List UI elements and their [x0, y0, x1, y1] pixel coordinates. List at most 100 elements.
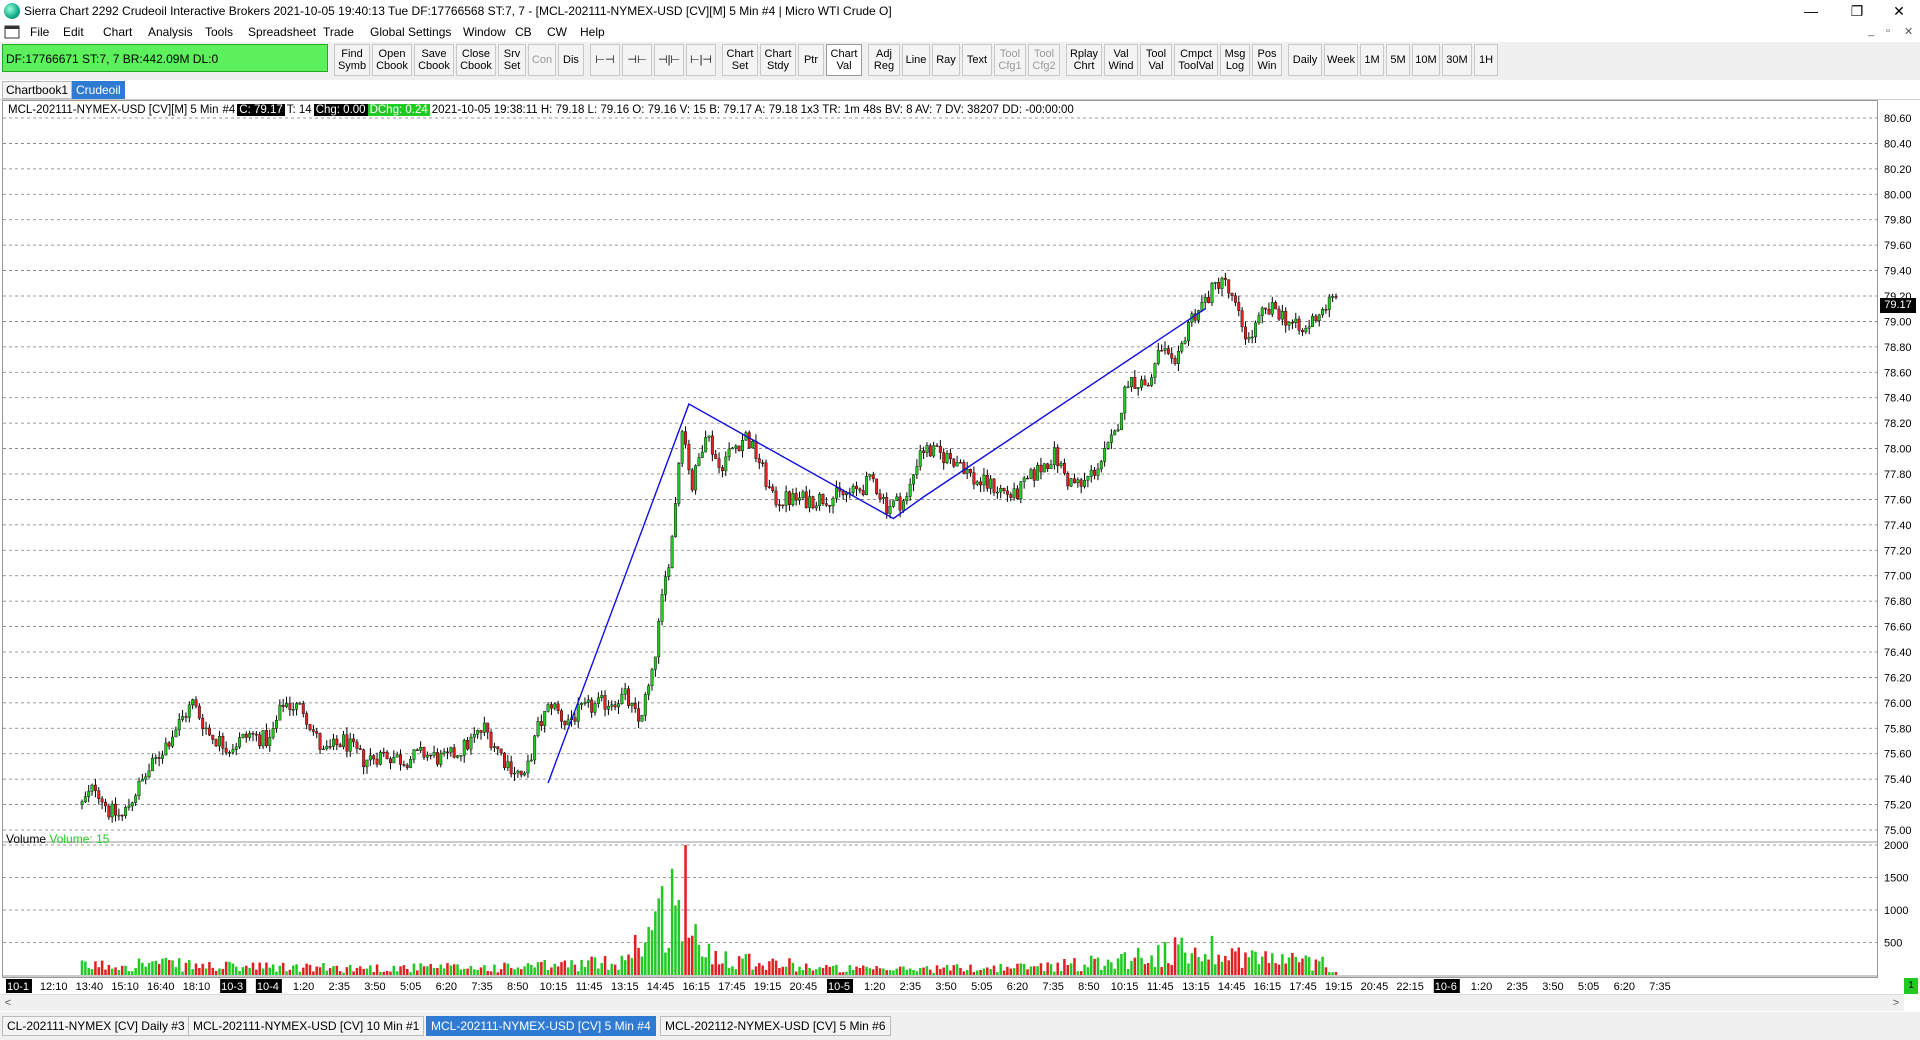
- time-tick-label: 16:15: [1254, 981, 1282, 993]
- toolbar-tool-10-button[interactable]: ⊢|⊣: [686, 44, 716, 76]
- chart-window-icon[interactable]: [4, 25, 20, 39]
- mdi-minimize-button[interactable]: _: [1868, 25, 1874, 37]
- toolbar-val-wind-button[interactable]: Val Wind: [1104, 44, 1138, 76]
- toolbar-srv-set-button[interactable]: Srv Set: [498, 44, 526, 76]
- volume-value: Volume: 15: [49, 832, 110, 846]
- minimize-button[interactable]: —: [1788, 0, 1834, 22]
- toolbar-tool-9-button[interactable]: ⊣|⊢: [654, 44, 684, 76]
- toolbar-ray-button[interactable]: Ray: [932, 44, 960, 76]
- date-marker-bg: [220, 979, 247, 993]
- scroll-left-icon[interactable]: <: [0, 995, 16, 1011]
- menu-tools[interactable]: Tools: [205, 25, 233, 39]
- price-tick-label: 76.80: [1884, 596, 1912, 608]
- volume-tick-label: 500: [1884, 938, 1902, 950]
- menu-cw[interactable]: CW: [547, 25, 567, 39]
- toolbar-tool-cfg1-button[interactable]: Tool Cfg1: [994, 44, 1026, 76]
- menu-window[interactable]: Window: [463, 25, 506, 39]
- toolbar-daily-button[interactable]: Daily: [1288, 44, 1322, 76]
- time-tick-label: 10-1: [7, 981, 29, 993]
- toolbar-tool-7-button[interactable]: ⊢⊣: [590, 44, 620, 76]
- toolbar-adj-reg-button[interactable]: Adj Reg: [868, 44, 900, 76]
- toolbar-close-cbook-button[interactable]: Close Cbook: [456, 44, 496, 76]
- toolbar-dis-button[interactable]: Dis: [558, 44, 584, 76]
- menu-file[interactable]: File: [30, 25, 49, 39]
- time-tick-label: 14:45: [1218, 981, 1246, 993]
- scroll-right-icon[interactable]: >: [1888, 995, 1904, 1011]
- toolbar-1h-button[interactable]: 1H: [1474, 44, 1498, 76]
- price-tick-label: 75.80: [1884, 723, 1912, 735]
- toolbar-rplay-chrt-button[interactable]: Rplay Chrt: [1066, 44, 1102, 76]
- toolbar-chart-val-button[interactable]: Chart Val: [826, 44, 862, 76]
- time-tick-label: 1:20: [1471, 981, 1492, 993]
- toolbar-5m-button[interactable]: 5M: [1386, 44, 1410, 76]
- price-tick-label: 75.00: [1884, 825, 1912, 837]
- toolbar-10m-button[interactable]: 10M: [1412, 44, 1440, 76]
- chart-tab-1[interactable]: CL-202111-NYMEX [CV] Daily #3: [2, 1016, 190, 1036]
- time-tick-label: 5:05: [1578, 981, 1599, 993]
- menu-bar: _ ▫ ✕ File Edit Chart Analysis Tools Spreadsh…: [0, 22, 1920, 42]
- volume-study-label: Volume Volume: 15: [6, 832, 109, 846]
- horizontal-scrollbar[interactable]: < >: [0, 994, 1904, 1011]
- time-tick-label: 7:35: [1042, 981, 1063, 993]
- toolbar-con-button[interactable]: Con: [528, 44, 556, 76]
- toolbar-week-button[interactable]: Week: [1324, 44, 1358, 76]
- chart-tab-4[interactable]: MCL-202112-NYMEX-USD [CV] 5 Min #6: [660, 1016, 891, 1036]
- window-title: Sierra Chart 2292 Crudeoil Interactive B…: [24, 4, 892, 18]
- price-tick-label: 80.20: [1884, 164, 1912, 176]
- toolbar-chart-stdy-button[interactable]: Chart Stdy: [760, 44, 796, 76]
- toolbar-tool-cfg2-button[interactable]: Tool Cfg2: [1028, 44, 1060, 76]
- toolbar-cmpct-toolval-button[interactable]: Cmpct ToolVal: [1174, 44, 1218, 76]
- menu-edit[interactable]: Edit: [63, 25, 84, 39]
- chartbook-tab-crudeoil[interactable]: Crudeoil: [72, 81, 125, 99]
- menu-cb[interactable]: CB: [515, 25, 532, 39]
- time-tick-label: 2:35: [900, 981, 921, 993]
- price-tick-label: 80.40: [1884, 138, 1912, 150]
- toolbar-pos-win-button[interactable]: Pos Win: [1252, 44, 1282, 76]
- toolbar-find-symb-button[interactable]: Find Symb: [334, 44, 370, 76]
- menu-chart[interactable]: Chart: [103, 25, 132, 39]
- price-tick-label: 77.40: [1884, 520, 1912, 532]
- restore-button[interactable]: ❐: [1834, 0, 1880, 22]
- close-value: C: 79.17: [237, 103, 285, 116]
- menu-help[interactable]: Help: [580, 25, 605, 39]
- toolbar-text-button[interactable]: Text: [962, 44, 992, 76]
- chartbook-tab-bar: [0, 80, 1920, 100]
- toolbar-tool-val-button[interactable]: Tool Val: [1140, 44, 1172, 76]
- menu-trade[interactable]: Trade: [323, 25, 354, 39]
- app-icon: [4, 3, 20, 19]
- chart-tab-3[interactable]: MCL-202111-NYMEX-USD [CV] 5 Min #4: [426, 1016, 656, 1036]
- menu-global-settings[interactable]: Global Settings: [370, 25, 451, 39]
- price-tick-label: 79.80: [1884, 215, 1912, 227]
- toolbar-chart-set-button[interactable]: Chart Set: [722, 44, 758, 76]
- title-bar: Sierra Chart 2292 Crudeoil Interactive B…: [0, 0, 1920, 22]
- time-tick-label: 14:45: [647, 981, 675, 993]
- toolbar-line-button[interactable]: Line: [902, 44, 930, 76]
- chartbook-tab-chartbook1[interactable]: Chartbook1: [2, 81, 73, 99]
- time-tick-label: 19:15: [1325, 981, 1353, 993]
- toolbar-msg-log-button[interactable]: Msg Log: [1220, 44, 1250, 76]
- menu-spreadsheet[interactable]: Spreadsheet: [248, 25, 316, 39]
- time-tick-label: 6:20: [1614, 981, 1635, 993]
- toolbar-tool-8-button[interactable]: ⊣⊢: [622, 44, 652, 76]
- toolbar-open-cbook-button[interactable]: Open Cbook: [372, 44, 412, 76]
- chart-tab-2[interactable]: MCL-202111-NYMEX-USD [CV] 10 Min #1: [188, 1016, 425, 1036]
- toolbar-30m-button[interactable]: 30M: [1442, 44, 1472, 76]
- toolbar-1m-button[interactable]: 1M: [1360, 44, 1384, 76]
- time-tick-label: 5:05: [971, 981, 992, 993]
- close-button[interactable]: ✕: [1876, 0, 1920, 22]
- chart-number: #4: [222, 103, 236, 116]
- time-tick-label: 3:50: [935, 981, 956, 993]
- time-tick-label: 3:50: [364, 981, 385, 993]
- time-tick-label: 1:20: [293, 981, 314, 993]
- chart-area[interactable]: [2, 100, 1878, 978]
- price-tick-label: 76.00: [1884, 698, 1912, 710]
- time-tick-label: 10-5: [828, 981, 850, 993]
- time-tick-label: 11:45: [1147, 981, 1174, 993]
- date-marker-bg: [827, 979, 853, 993]
- mdi-restore-button[interactable]: ▫: [1886, 25, 1890, 37]
- mdi-close-button[interactable]: ✕: [1904, 25, 1913, 38]
- scroll-badge: 1: [1904, 978, 1918, 994]
- toolbar-ptr-button[interactable]: Ptr: [798, 44, 824, 76]
- toolbar-save-cbook-button[interactable]: Save Cbook: [414, 44, 454, 76]
- menu-analysis[interactable]: Analysis: [148, 25, 193, 39]
